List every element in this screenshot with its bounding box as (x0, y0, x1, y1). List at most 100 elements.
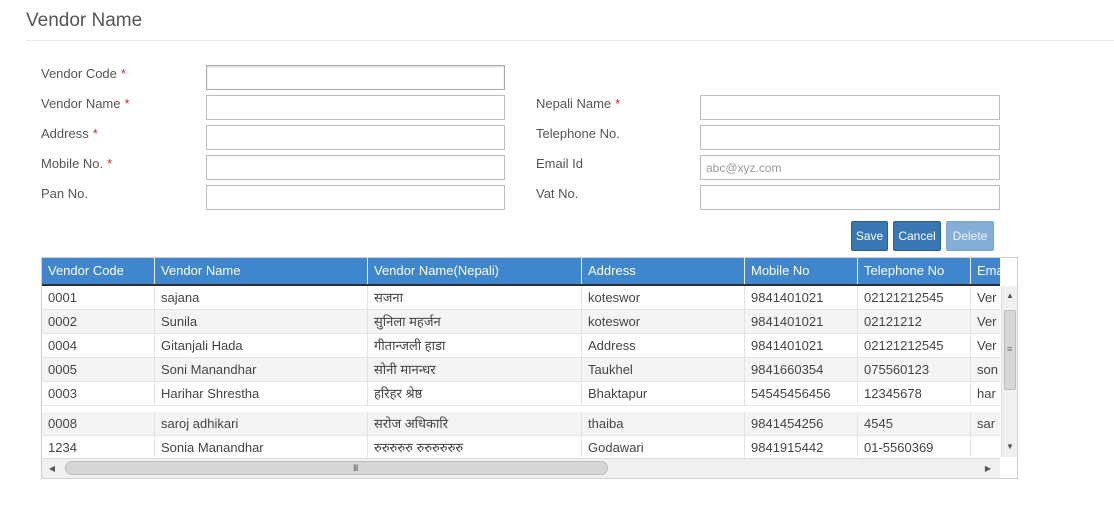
column-header[interactable]: Telephone No (858, 258, 971, 284)
address-label: Address * (41, 126, 98, 141)
table-cell: सुनिला महर्जन (368, 310, 582, 333)
column-header[interactable]: Address (582, 258, 745, 284)
table-cell: 0005 (42, 358, 155, 381)
table-cell: 0004 (42, 334, 155, 357)
nepali-name-label: Nepali Name * (536, 96, 620, 111)
table-cell: 02121212545 (858, 286, 971, 309)
table-cell: 02121212545 (858, 334, 971, 357)
table-cell: 4545 (858, 412, 971, 435)
table-cell: saroj adhikari (155, 412, 368, 435)
vendor-grid: Vendor Code Vendor Name Vendor Name(Nepali… (41, 257, 1018, 479)
column-header[interactable]: Vendor Name (155, 258, 368, 284)
page-title: Vendor Name (26, 10, 143, 31)
column-header[interactable]: Mobile No (745, 258, 858, 284)
table-cell: har (971, 382, 1000, 405)
table-cell: sajana (155, 286, 368, 309)
vertical-scrollbar[interactable]: ▲ ≡ ▼ (1001, 286, 1017, 457)
table-cell: 0003 (42, 382, 155, 405)
horizontal-scrollbar[interactable]: ◀ III ▶ (42, 458, 1000, 478)
table-cell: sar (971, 412, 1000, 435)
grid-body: 0001 sajana सजना koteswor 9841401021 02121212… (42, 286, 1000, 457)
scroll-up-icon[interactable]: ▲ (1002, 288, 1017, 304)
grid-header: Vendor Code Vendor Name Vendor Name(Nepali… (42, 258, 1000, 286)
email-input[interactable] (700, 155, 1000, 180)
table-row[interactable]: 0005 Soni Manandhar सोनी मानन्धर Taukhel 984… (42, 358, 1000, 382)
table-cell: Bhaktapur (582, 382, 745, 405)
table-cell: सोनी मानन्धर (368, 358, 582, 381)
required-marker: * (107, 156, 113, 171)
table-cell: 0001 (42, 286, 155, 309)
mobile-label: Mobile No. * (41, 156, 112, 171)
table-cell: koteswor (582, 310, 745, 333)
table-cell: रुरुरुरुरु रुरुरुरुरुरु (368, 436, 582, 457)
telephone-label: Telephone No. (536, 126, 620, 141)
table-cell: son (971, 358, 1000, 381)
save-button[interactable]: Save (851, 221, 888, 251)
email-label: Email Id (536, 156, 583, 171)
table-cell: thaiba (582, 412, 745, 435)
delete-button[interactable]: Delete (946, 221, 994, 251)
column-header[interactable]: Email (971, 258, 1000, 284)
table-cell: Ver (971, 286, 1000, 309)
table-cell: Taukhel (582, 358, 745, 381)
table-cell: Soni Manandhar (155, 358, 368, 381)
telephone-input[interactable] (700, 125, 1000, 150)
column-header[interactable]: Vendor Code (42, 258, 155, 284)
table-cell: Ver (971, 310, 1000, 333)
table-cell: 9841660354 (745, 358, 858, 381)
table-cell: Gitanjali Hada (155, 334, 368, 357)
vat-input[interactable] (700, 185, 1000, 210)
table-cell (971, 436, 1000, 457)
table-cell: 9841401021 (745, 334, 858, 357)
required-marker: * (120, 66, 126, 81)
table-row[interactable]: 0008 saroj adhikari सरोज अधिकारि thaiba 9841… (42, 412, 1000, 436)
vendor-name-input[interactable] (206, 95, 505, 120)
vertical-scroll-thumb[interactable]: ≡ (1004, 310, 1016, 390)
table-cell: 02121212 (858, 310, 971, 333)
required-marker: * (92, 126, 98, 141)
grip-icon: III (353, 463, 358, 473)
table-cell: Harihar Shrestha (155, 382, 368, 405)
table-row[interactable]: 0004 Gitanjali Hada गीतान्जली हाडा Address 9… (42, 334, 1000, 358)
table-cell: 9841401021 (745, 286, 858, 309)
table-cell: 9841401021 (745, 310, 858, 333)
table-cell: 12345678 (858, 382, 971, 405)
grip-icon: ≡ (1007, 344, 1013, 354)
table-cell: सजना (368, 286, 582, 309)
table-cell: Sunila (155, 310, 368, 333)
address-input[interactable] (206, 125, 505, 150)
scroll-right-icon[interactable]: ▶ (980, 461, 996, 477)
scroll-down-icon[interactable]: ▼ (1002, 439, 1017, 455)
vendor-code-label: Vendor Code * (41, 66, 126, 81)
address-label-text: Address (41, 126, 89, 141)
table-cell: हरिहर श्रेष्ठ (368, 382, 582, 405)
table-cell: Ver (971, 334, 1000, 357)
mobile-label-text: Mobile No. (41, 156, 104, 171)
table-cell: 0008 (42, 412, 155, 435)
table-cell: 01-5560369 (858, 436, 971, 457)
vendor-code-input[interactable] (206, 65, 505, 90)
horizontal-scroll-thumb[interactable]: III (65, 461, 608, 475)
pan-label: Pan No. (41, 186, 88, 201)
table-cell: koteswor (582, 286, 745, 309)
pan-input[interactable] (206, 185, 505, 210)
table-cell: 9841915442 (745, 436, 858, 457)
table-cell: गीतान्जली हाडा (368, 334, 582, 357)
vendor-name-label-text: Vendor Name (41, 96, 121, 111)
scroll-left-icon[interactable]: ◀ (44, 461, 60, 477)
cancel-button[interactable]: Cancel (893, 221, 941, 251)
mobile-input[interactable] (206, 155, 505, 180)
vendor-name-label: Vendor Name * (41, 96, 130, 111)
table-cell: 1234 (42, 436, 155, 457)
table-cell: Sonia Manandhar (155, 436, 368, 457)
table-row[interactable]: 0003 Harihar Shrestha हरिहर श्रेष्ठ Bhaktap… (42, 382, 1000, 406)
table-row[interactable]: 1234 Sonia Manandhar रुरुरुरुरु रुरुरुरुरु… (42, 436, 1000, 457)
table-cell: सरोज अधिकारि (368, 412, 582, 435)
table-cell: 075560123 (858, 358, 971, 381)
nepali-name-label-text: Nepali Name (536, 96, 612, 111)
table-row[interactable]: 0001 sajana सजना koteswor 9841401021 02121212… (42, 286, 1000, 310)
nepali-name-input[interactable] (700, 95, 1000, 120)
table-cell: 54545456456 (745, 382, 858, 405)
table-row[interactable]: 0002 Sunila सुनिला महर्जन koteswor 984140102… (42, 310, 1000, 334)
column-header[interactable]: Vendor Name(Nepali) (368, 258, 582, 284)
